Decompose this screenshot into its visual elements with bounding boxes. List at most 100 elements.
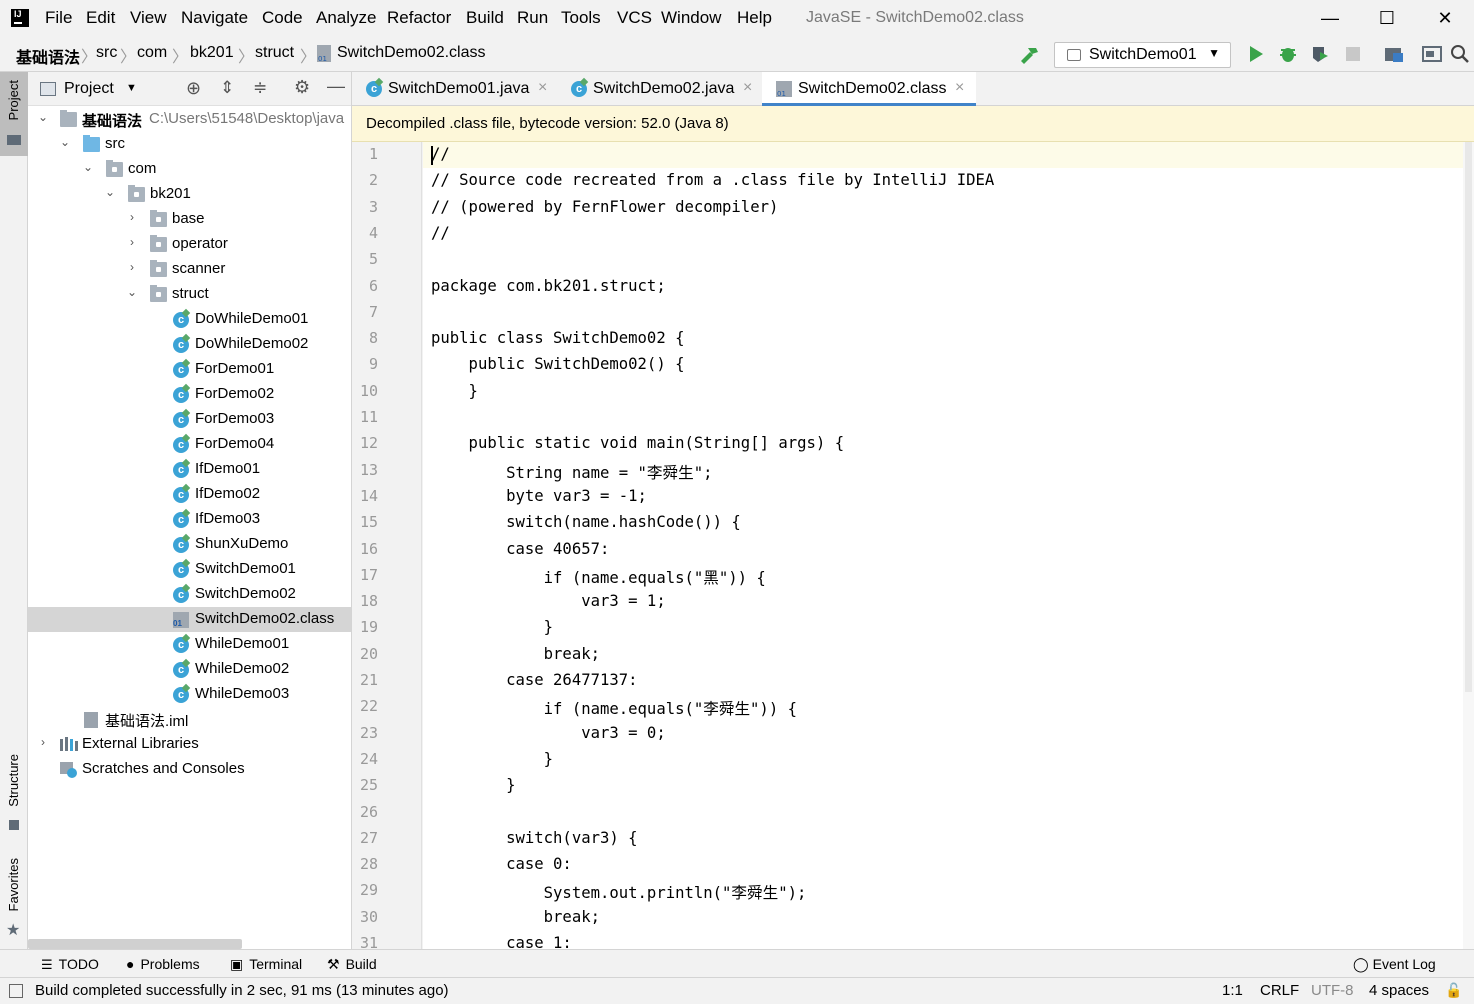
line-separator[interactable]: CRLF <box>1260 982 1299 999</box>
tree-item-bk201[interactable]: ⌄ bk201 <box>28 182 351 207</box>
tree-item-class[interactable]: c IfDemo03 <box>28 507 351 532</box>
menu-file[interactable]: File <box>45 8 72 28</box>
tab-switchdemo02-java[interactable]: c SwitchDemo02.java × <box>557 72 762 106</box>
locate-icon[interactable]: ⊕ <box>186 78 201 99</box>
tab-switchdemo01-java[interactable]: c SwitchDemo01.java × <box>352 72 554 106</box>
tree-item-class[interactable]: c WhileDemo02 <box>28 657 351 682</box>
tree-item-project-root[interactable]: ⌄ 基础语法 C:\Users\51548\Desktop\java <box>28 107 351 132</box>
menu-refactor[interactable]: Refactor <box>387 8 451 28</box>
presentation-icon[interactable] <box>1422 44 1442 64</box>
build-tool-button[interactable]: ⚒ Build <box>327 956 377 973</box>
breadcrumb-file[interactable]: SwitchDemo02.class <box>337 44 486 62</box>
menu-help[interactable]: Help <box>737 8 772 28</box>
tree-item-class[interactable]: c IfDemo01 <box>28 457 351 482</box>
debug-icon[interactable] <box>1278 44 1298 64</box>
vertical-scrollbar[interactable] <box>1463 142 1474 949</box>
favorites-tool-tab[interactable]: Favorites ★ <box>0 856 28 946</box>
chevron-right-icon[interactable]: › <box>125 235 139 249</box>
problems-tool-button[interactable]: ● Problems <box>126 956 200 972</box>
run-icon[interactable] <box>1246 44 1266 64</box>
tree-item-scanner[interactable]: › scanner <box>28 257 351 282</box>
hide-panel-icon[interactable]: — <box>327 76 345 97</box>
tree-item-class[interactable]: c SwitchDemo02 <box>28 582 351 607</box>
breadcrumb-struct[interactable]: struct <box>255 44 294 62</box>
code-editor[interactable]: // // Source code recreated from a .class… <box>423 142 1463 949</box>
tree-item-classfile-selected[interactable]: 01 SwitchDemo02.class <box>28 607 351 632</box>
stop-icon[interactable] <box>1343 44 1363 64</box>
build-hammer-icon[interactable] <box>1018 44 1038 64</box>
project-tool-tab[interactable]: Project <box>0 72 28 156</box>
menu-analyze[interactable]: Analyze <box>316 8 376 28</box>
tree-item-class[interactable]: c ForDemo01 <box>28 357 351 382</box>
tree-item-com[interactable]: ⌄ com <box>28 157 351 182</box>
gear-icon[interactable]: ⚙ <box>294 77 310 98</box>
breadcrumb-com[interactable]: com <box>137 44 167 62</box>
status-message[interactable]: Build completed successfully in 2 sec, 9… <box>35 982 449 999</box>
chevron-down-icon[interactable]: ⌄ <box>103 185 117 199</box>
search-icon[interactable] <box>1450 44 1470 64</box>
breadcrumb-bk201[interactable]: bk201 <box>190 44 234 62</box>
menu-navigate[interactable]: Navigate <box>181 8 248 28</box>
breadcrumb-src[interactable]: src <box>96 44 117 62</box>
tree-item-operator[interactable]: › operator <box>28 232 351 257</box>
tree-item-class[interactable]: c WhileDemo03 <box>28 682 351 707</box>
tree-item-base[interactable]: › base <box>28 207 351 232</box>
read-only-lock-icon[interactable]: 🔓 <box>1445 982 1462 999</box>
chevron-right-icon[interactable]: › <box>36 735 50 749</box>
horizontal-scrollbar[interactable] <box>28 939 242 949</box>
tree-item-class[interactable]: c ForDemo02 <box>28 382 351 407</box>
breadcrumb-project[interactable]: 基础语法 <box>16 44 80 68</box>
tree-item-class[interactable]: c DoWhileDemo02 <box>28 332 351 357</box>
collapse-all-icon[interactable]: ≑ <box>253 78 267 98</box>
coverage-icon[interactable] <box>1310 44 1330 64</box>
expand-all-icon[interactable]: ⇕ <box>220 78 234 98</box>
menu-window[interactable]: Window <box>661 8 721 28</box>
indent-setting[interactable]: 4 spaces <box>1369 982 1429 999</box>
tree-item-scratches[interactable]: Scratches and Consoles <box>28 757 351 782</box>
structure-tool-tab[interactable]: Structure <box>0 750 28 840</box>
maximize-button[interactable]: ☐ <box>1372 5 1402 31</box>
chevron-right-icon[interactable]: › <box>125 210 139 224</box>
chevron-down-icon[interactable]: ⌄ <box>36 110 50 124</box>
todo-tool-button[interactable]: ☰ TODO <box>41 956 99 973</box>
tab-switchdemo02-class[interactable]: 01 SwitchDemo02.class × <box>762 72 976 106</box>
tree-item-class[interactable]: c ForDemo03 <box>28 407 351 432</box>
tree-item-class[interactable]: c SwitchDemo01 <box>28 557 351 582</box>
project-structure-icon[interactable] <box>1384 44 1404 64</box>
menu-tools[interactable]: Tools <box>561 8 601 28</box>
chevron-down-icon[interactable]: ▼ <box>126 82 137 94</box>
menu-vcs[interactable]: VCS <box>617 8 652 28</box>
tree-item-class[interactable]: c WhileDemo01 <box>28 632 351 657</box>
project-view-selector[interactable]: Project <box>64 80 114 98</box>
chevron-down-icon[interactable]: ⌄ <box>81 160 95 174</box>
tree-item-src[interactable]: ⌄ src <box>28 132 351 157</box>
run-configuration-select[interactable]: SwitchDemo01 ▼ <box>1054 42 1231 68</box>
chevron-right-icon[interactable]: › <box>125 260 139 274</box>
close-tab-icon[interactable]: × <box>955 79 964 97</box>
close-tab-icon[interactable]: × <box>743 79 752 97</box>
menu-run[interactable]: Run <box>517 8 548 28</box>
tree-item-iml[interactable]: 基础语法.iml <box>28 707 351 732</box>
menu-edit[interactable]: Edit <box>86 8 115 28</box>
tree-item-class[interactable]: c DoWhileDemo01 <box>28 307 351 332</box>
terminal-tool-button[interactable]: ▣ Terminal <box>230 956 302 973</box>
file-encoding[interactable]: UTF-8 <box>1311 982 1354 999</box>
scrollbar-thumb[interactable] <box>1465 142 1472 692</box>
caret-position[interactable]: 1:1 <box>1222 982 1243 999</box>
tree-item-external-libraries[interactable]: › External Libraries <box>28 732 351 757</box>
menu-code[interactable]: Code <box>262 8 303 28</box>
menu-view[interactable]: View <box>130 8 167 28</box>
event-log-button[interactable]: ◯ Event Log <box>1353 956 1436 973</box>
tree-item-class[interactable]: c ForDemo04 <box>28 432 351 457</box>
tree-item-class[interactable]: c ShunXuDemo <box>28 532 351 557</box>
toggle-tool-windows-icon[interactable] <box>9 984 23 998</box>
chevron-down-icon[interactable]: ⌄ <box>125 285 139 299</box>
close-tab-icon[interactable]: × <box>538 79 547 97</box>
close-window-button[interactable]: ✕ <box>1430 5 1460 31</box>
tree-item-class[interactable]: c IfDemo02 <box>28 482 351 507</box>
menu-build[interactable]: Build <box>466 8 504 28</box>
chevron-down-icon[interactable]: ⌄ <box>58 135 72 149</box>
line-number: 27 <box>359 828 378 847</box>
tree-item-struct[interactable]: ⌄ struct <box>28 282 351 307</box>
minimize-button[interactable]: — <box>1315 5 1345 31</box>
